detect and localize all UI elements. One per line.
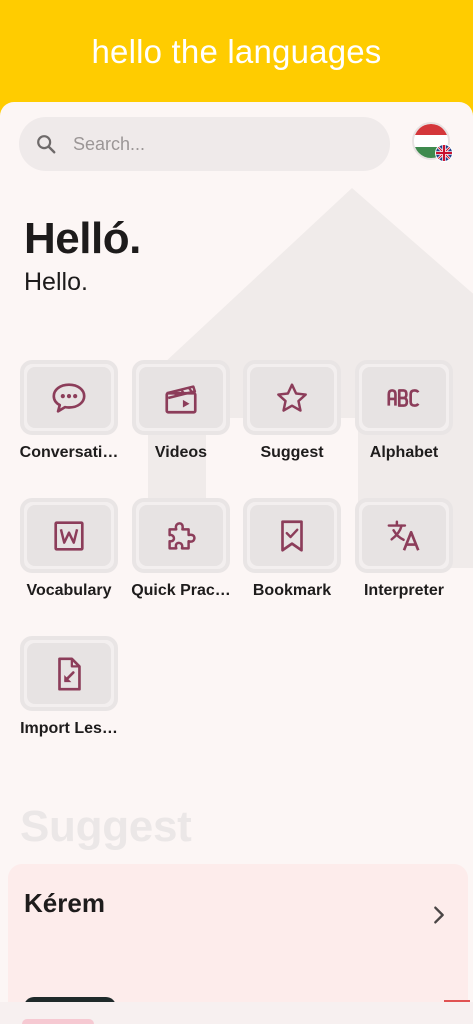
tile-icon-box (132, 360, 230, 435)
tile-icon-box (20, 498, 118, 573)
clapperboard-icon (165, 384, 197, 414)
bottom-nav-indicator (22, 1019, 94, 1024)
greeting-native: Helló. (24, 214, 141, 263)
tile-label: Quick Prac… (131, 582, 231, 599)
menu-tile-alphabet[interactable]: Alphabet (348, 360, 460, 470)
menu-tile-interpreter[interactable]: Interpreter (348, 498, 460, 608)
app-title: hello the languages (91, 33, 382, 70)
tile-icon-box (355, 498, 453, 573)
menu-tile-suggest[interactable]: Suggest (236, 360, 348, 470)
tile-icon-box (20, 636, 118, 711)
tile-icon-box (243, 360, 341, 435)
file-import-icon (58, 656, 81, 691)
suggest-card[interactable]: Kérem (8, 864, 468, 1024)
tile-icon-box (20, 360, 118, 435)
search-input[interactable] (73, 117, 373, 171)
abc-icon (387, 388, 420, 407)
suggest-section-title: Suggest (20, 802, 192, 851)
tile-icon-box (132, 498, 230, 573)
search-bar[interactable] (19, 117, 390, 171)
chat-bubble-icon (52, 382, 86, 413)
tile-label: Suggest (260, 444, 324, 461)
main-sheet: Helló. Hello. Conversati… Videos (0, 102, 473, 1024)
word-document-icon (54, 520, 84, 551)
language-switch-button[interactable] (412, 122, 453, 162)
bookmark-check-icon (281, 519, 303, 552)
menu-tile-quick-practice[interactable]: Quick Prac… (125, 498, 237, 608)
chevron-right-icon[interactable] (428, 904, 450, 926)
star-icon (277, 382, 307, 412)
tile-label: Interpreter (363, 582, 445, 599)
search-icon (37, 135, 56, 154)
tile-icon-box (355, 360, 453, 435)
app-header: hello the languages (0, 0, 473, 108)
puzzle-icon (168, 521, 196, 550)
tile-label: Alphabet (369, 444, 439, 461)
bottom-nav-accent (444, 1000, 470, 1002)
menu-tile-conversation[interactable]: Conversati… (13, 360, 125, 470)
tile-label: Bookmark (252, 582, 332, 599)
menu-tile-import-lesson[interactable]: Import Les… (13, 636, 125, 746)
tile-label: Videos (154, 444, 208, 461)
tile-label: Conversati… (19, 444, 119, 461)
menu-tile-bookmark[interactable]: Bookmark (236, 498, 348, 608)
uk-flag-icon (435, 144, 453, 162)
tile-label: Vocabulary (26, 582, 112, 599)
tile-icon-box (243, 498, 341, 573)
translate-icon (387, 520, 420, 551)
greeting-translation: Hello. (24, 268, 88, 296)
tile-label: Import Les… (20, 720, 118, 737)
menu-tile-vocabulary[interactable]: Vocabulary (13, 498, 125, 608)
menu-tile-videos[interactable]: Videos (125, 360, 237, 470)
suggest-word: Kérem (24, 888, 105, 918)
